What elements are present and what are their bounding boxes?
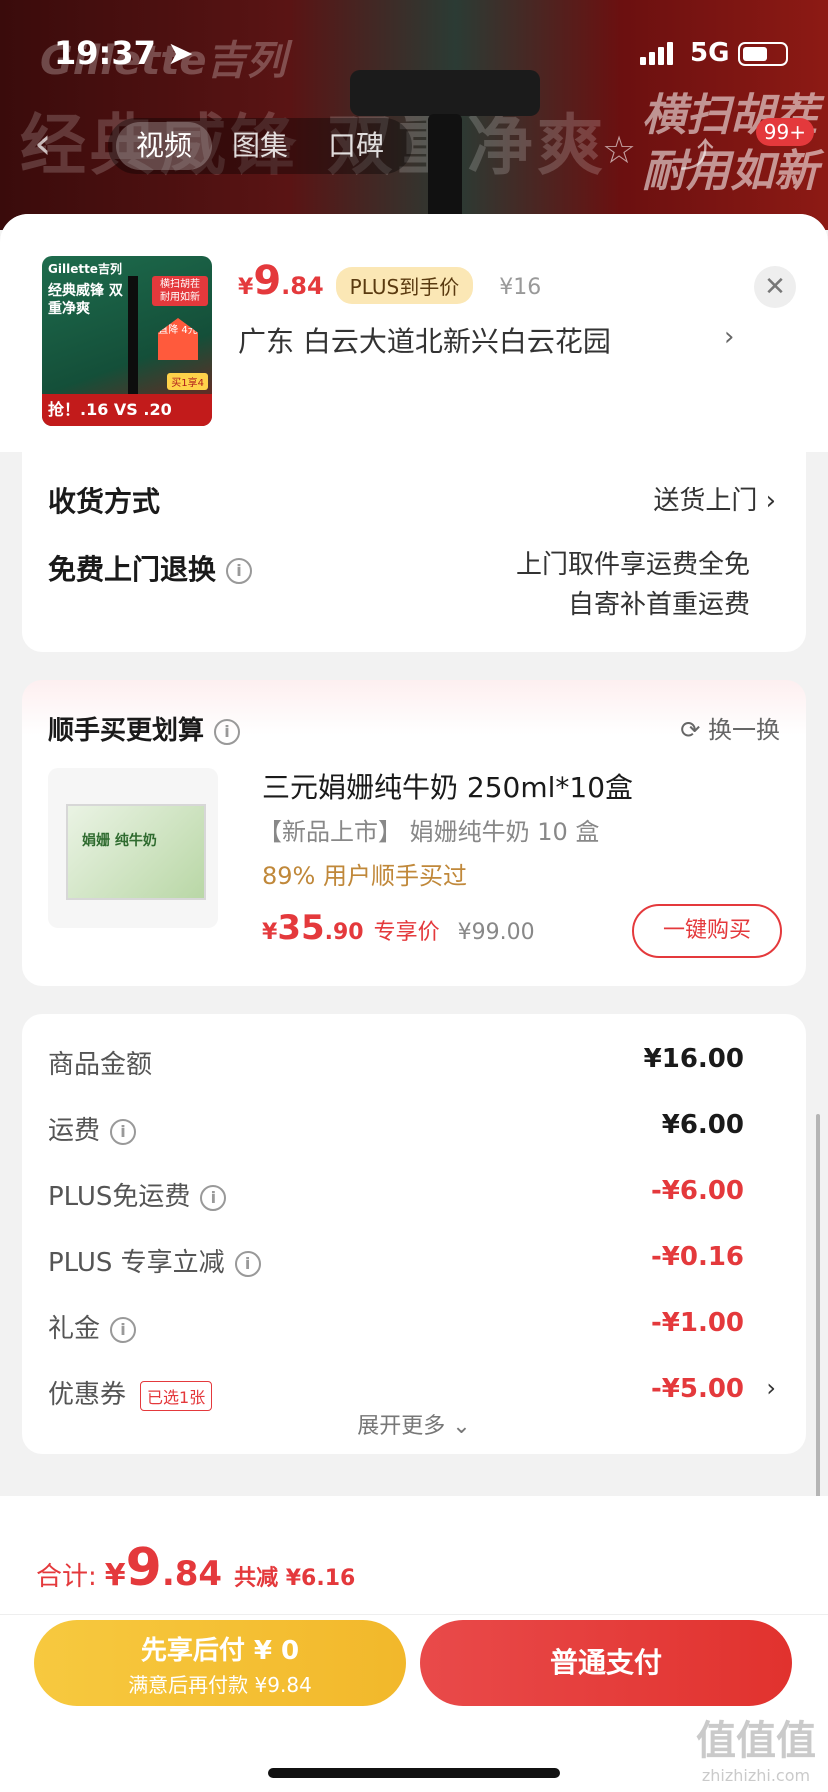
free-return-value-2: 自寄补首重运费 xyxy=(567,590,750,620)
upsell-title: 顺手买更划算 i xyxy=(48,710,241,747)
info-icon[interactable]: i xyxy=(226,558,253,584)
thumb-brand: Gillette吉列 xyxy=(48,262,122,276)
plus-price-tag: PLUS到手价 xyxy=(335,267,474,304)
summary-value: ¥16.00 xyxy=(643,1044,744,1074)
upsell-original-price: ¥99.00 xyxy=(457,920,535,945)
one-click-buy-button[interactable]: 一键购买 xyxy=(632,904,782,958)
thumb-slogan: 经典威锋 双重净爽 xyxy=(48,283,123,317)
thumb-price-drop: 直降 4元 xyxy=(158,318,198,360)
sheet-header: Gillette吉列 经典威锋 双重净爽 横扫胡茬 耐用如新 直降 4元 买1享… xyxy=(0,214,828,452)
notification-badge: 99+ xyxy=(755,118,814,146)
media-tabs: 视频 图集 口碑 xyxy=(108,118,413,174)
favorite-icon[interactable]: ☆ xyxy=(602,128,636,172)
scrollbar[interactable] xyxy=(816,1114,820,1534)
upsell-product-subtitle: 【新品上市】 娟姗纯牛奶 10 盒 xyxy=(258,818,600,846)
total-decimal: .84 xyxy=(161,1554,223,1594)
thumb-promo: 买1享4 xyxy=(167,373,208,390)
info-icon[interactable]: i xyxy=(234,1250,261,1277)
summary-value: -¥0.16 xyxy=(650,1242,744,1272)
free-return-label: 免费上门退换 i xyxy=(48,548,253,588)
checkout-bottom-bar: 合计: ¥ 9 .84 共减 ¥6.16 先享后付 ¥ 0 满意后再付款 ¥9.… xyxy=(0,1496,828,1792)
price-decimal: .84 xyxy=(281,272,324,300)
upsell-price-symbol: ¥ xyxy=(262,920,278,945)
tab-video[interactable]: 视频 xyxy=(116,122,213,170)
product-price: ¥ 9 .84 PLUS到手价 ¥16 xyxy=(238,258,541,304)
milk-box-label: 娟姗 纯牛奶 xyxy=(82,833,157,849)
summary-row: 运费 i ¥6.00 xyxy=(48,1106,780,1150)
tab-reviews[interactable]: 口碑 xyxy=(308,122,404,170)
expand-more-button[interactable]: 展开更多 ⌄ xyxy=(22,1408,806,1440)
upsell-buy-rate: 89% 用户顺手买过 xyxy=(262,862,467,890)
upsell-price-label: 专享价 xyxy=(373,920,440,945)
upsell-product-name[interactable]: 三元娟姗纯牛奶 250ml*10盒 xyxy=(262,766,633,806)
summary-row: 礼金 i -¥1.00 xyxy=(48,1304,780,1348)
summary-value: ¥6.00 xyxy=(661,1110,744,1140)
home-indicator[interactable] xyxy=(268,1768,560,1778)
coupon-selected-tag: 已选1张 xyxy=(140,1380,213,1411)
summary-value: -¥5.00 xyxy=(650,1374,744,1404)
thumb-bottom-banner: 抢！.16 VS .20 xyxy=(42,394,212,426)
chevron-right-icon[interactable]: › xyxy=(724,322,734,352)
delivery-method-label: 收货方式 xyxy=(48,485,161,518)
order-total: 合计: ¥ 9 .84 共减 ¥6.16 xyxy=(36,1538,355,1598)
milk-product-image[interactable]: 娟姗 纯牛奶 xyxy=(48,768,218,928)
price-integer: 9 xyxy=(253,258,282,304)
summary-label: PLUS 专享立减 i xyxy=(48,1242,261,1279)
tab-gallery[interactable]: 图集 xyxy=(212,122,308,170)
battery-icon xyxy=(738,42,788,66)
original-price: ¥16 xyxy=(499,275,542,300)
signal-icon xyxy=(640,42,676,65)
status-bar: 19:37 ➤ 5G xyxy=(0,0,828,104)
summary-label: PLUS免运费 i xyxy=(48,1176,227,1213)
upsell-card: 顺手买更划算 i ⟳ 换一换 娟姗 纯牛奶 三元娟姗纯牛奶 250ml*10盒 【… xyxy=(22,680,806,986)
price-symbol: ¥ xyxy=(238,275,254,300)
info-icon[interactable]: i xyxy=(110,1118,137,1145)
upsell-price-integer: 35 xyxy=(277,908,325,948)
pay-later-button[interactable]: 先享后付 ¥ 0 满意后再付款 ¥9.84 xyxy=(34,1620,406,1706)
divider xyxy=(0,1614,828,1615)
free-return-value-1: 上门取件享运费全免 xyxy=(515,550,750,580)
total-savings: 共减 ¥6.16 xyxy=(234,1566,356,1591)
summary-row: PLUS 专享立减 i -¥0.16 xyxy=(48,1238,780,1282)
delivery-address[interactable]: 广东 白云大道北新兴白云花园 xyxy=(238,320,758,360)
summary-row: 商品金额 ¥16.00 xyxy=(48,1040,780,1084)
total-symbol: ¥ xyxy=(104,1558,126,1593)
pay-later-title: 先享后付 ¥ 0 xyxy=(140,1636,300,1666)
normal-pay-button[interactable]: 普通支付 xyxy=(420,1620,792,1706)
back-icon[interactable]: ‹ xyxy=(34,122,74,166)
summary-value: -¥1.00 xyxy=(650,1308,744,1338)
price-summary-card: 商品金额 ¥16.00 运费 i ¥6.00 PLUS免运费 i -¥6.00 PL… xyxy=(22,1014,806,1454)
refresh-button[interactable]: ⟳ 换一换 xyxy=(680,710,780,745)
network-label: 5G xyxy=(690,38,730,68)
upsell-price-decimal: .90 xyxy=(324,920,364,945)
product-thumbnail: Gillette吉列 经典威锋 双重净爽 横扫胡茬 耐用如新 直降 4元 买1享… xyxy=(42,256,212,426)
summary-row: PLUS免运费 i -¥6.00 xyxy=(48,1172,780,1216)
summary-label: 礼金 i xyxy=(48,1308,137,1345)
total-integer: 9 xyxy=(125,1538,162,1598)
chevron-right-icon[interactable]: › xyxy=(766,1374,776,1402)
close-icon[interactable]: ✕ xyxy=(754,266,796,308)
delivery-method-value[interactable]: 送货上门 › xyxy=(653,480,776,517)
summary-value: -¥6.00 xyxy=(650,1176,744,1206)
info-icon[interactable]: i xyxy=(214,718,241,745)
delivery-card: 收货方式 送货上门 › 免费上门退换 i 上门取件享运费全免 自寄补首重运费 xyxy=(22,452,806,652)
share-icon[interactable]: ⤴ xyxy=(680,128,714,177)
info-icon[interactable]: i xyxy=(200,1184,227,1211)
summary-label: 运费 i xyxy=(48,1110,137,1147)
summary-label: 商品金额 xyxy=(48,1050,153,1080)
total-label: 合计: xyxy=(36,1562,97,1592)
upsell-price: ¥ 35 .90 专享价 ¥99.00 xyxy=(262,908,535,948)
status-time: 19:37 ➤ xyxy=(54,34,194,72)
thumb-razor xyxy=(128,276,138,396)
pay-later-subtitle: 满意后再付款 ¥9.84 xyxy=(128,1673,312,1697)
thumb-tag: 横扫胡茬 耐用如新 xyxy=(152,276,208,306)
info-icon[interactable]: i xyxy=(110,1316,137,1343)
watermark-logo: 值值值 zhizhizhi.com xyxy=(696,1718,816,1785)
summary-label: 优惠券 已选1张 xyxy=(48,1374,213,1411)
